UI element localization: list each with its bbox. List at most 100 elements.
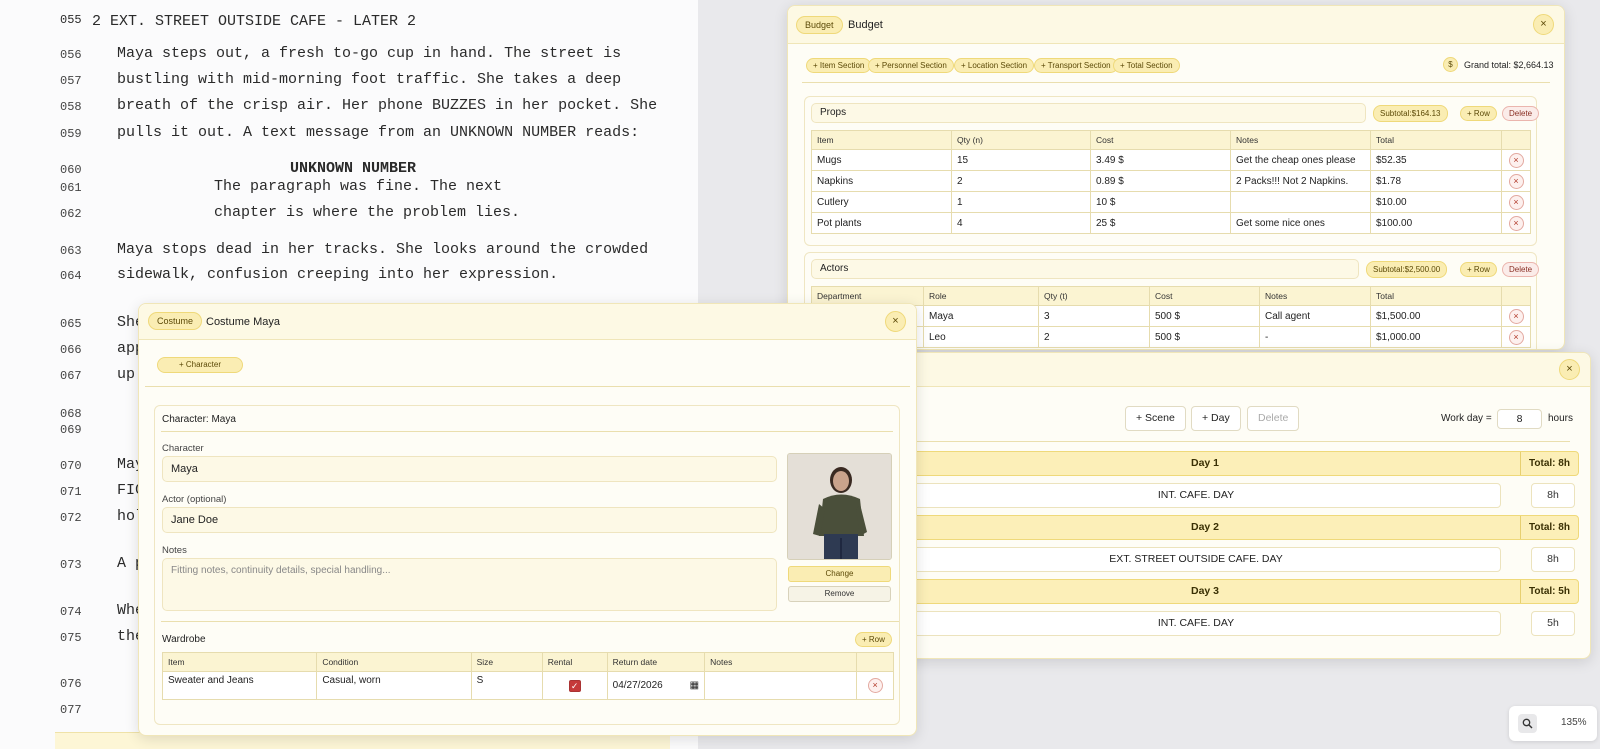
table-cell[interactable]: $52.35: [1370, 149, 1502, 171]
workday-input[interactable]: 8: [1497, 409, 1542, 429]
table-cell[interactable]: Maya: [923, 305, 1039, 327]
notes-cell[interactable]: [704, 671, 858, 700]
character-cue[interactable]: UNKNOWN NUMBER: [290, 160, 416, 177]
calendar-icon[interactable]: ▦: [690, 680, 699, 691]
scene-row[interactable]: EXT. STREET OUTSIDE CAFE. DAY: [891, 547, 1501, 572]
action-line[interactable]: pulls it out. A text message from an UNK…: [117, 124, 639, 141]
delete-row-icon[interactable]: ×: [1508, 194, 1524, 210]
table-row: Maya 3 500 $ Call agent $1,500.00 ×: [811, 305, 1531, 327]
table-cell[interactable]: Call agent: [1259, 305, 1371, 327]
delete-row-icon[interactable]: ×: [1508, 329, 1524, 345]
line-number: 071: [60, 485, 82, 499]
size-cell[interactable]: S: [470, 671, 543, 700]
section-name-field[interactable]: Actors: [811, 259, 1359, 279]
table-cell[interactable]: 3: [1038, 305, 1150, 327]
table-cell[interactable]: 2: [951, 170, 1091, 192]
add-section-button[interactable]: + Total Section: [1113, 58, 1180, 73]
delete-section-button[interactable]: Delete: [1502, 106, 1540, 121]
table-cell[interactable]: $10.00: [1370, 191, 1502, 213]
character-input[interactable]: Maya: [162, 456, 777, 482]
table-cell[interactable]: Mugs: [811, 149, 952, 171]
day-total: Total: 5h: [1520, 580, 1578, 603]
table-cell[interactable]: 1: [951, 191, 1091, 213]
dialogue-line[interactable]: The paragraph was fine. The next: [214, 178, 502, 195]
table-cell[interactable]: 500 $: [1149, 326, 1260, 348]
scene-heading[interactable]: 2 EXT. STREET OUTSIDE CAFE - LATER 2: [92, 13, 416, 30]
notes-textarea[interactable]: Fitting notes, continuity details, speci…: [162, 558, 777, 611]
delete-row-icon[interactable]: ×: [1508, 173, 1524, 189]
line-number: 067: [60, 369, 82, 383]
scene-hours[interactable]: 8h: [1531, 547, 1575, 572]
zoom-icon[interactable]: [1518, 714, 1537, 733]
add-row-button[interactable]: + Row: [1460, 262, 1497, 277]
delete-row-icon[interactable]: ×: [867, 678, 883, 693]
actor-input[interactable]: Jane Doe: [162, 507, 777, 533]
close-icon[interactable]: ×: [1533, 14, 1554, 35]
table-cell[interactable]: $1.78: [1370, 170, 1502, 192]
add-character-button[interactable]: + Character: [157, 357, 243, 373]
delete-section-button[interactable]: Delete: [1502, 262, 1540, 277]
day-header[interactable]: Day 2 Total: 8h: [891, 515, 1579, 540]
table-cell[interactable]: Cutlery: [811, 191, 952, 213]
table-cell[interactable]: 500 $: [1149, 305, 1260, 327]
scene-hours[interactable]: 8h: [1531, 483, 1575, 508]
table-cell[interactable]: -: [1259, 326, 1371, 348]
action-line[interactable]: sidewalk, confusion creeping into her ex…: [117, 266, 558, 283]
return-date-value[interactable]: 04/27/2026: [613, 680, 663, 691]
add-row-button[interactable]: + Row: [1460, 106, 1497, 121]
return-date-cell[interactable]: 04/27/2026 ▦: [606, 671, 706, 700]
action-line[interactable]: breath of the crisp air. Her phone BUZZE…: [117, 97, 657, 114]
row-actions: ×: [1501, 305, 1531, 327]
table-cell[interactable]: 2: [1038, 326, 1150, 348]
rental-checkbox[interactable]: ✓: [568, 679, 581, 692]
delete-row-icon[interactable]: ×: [1508, 215, 1524, 231]
condition-cell[interactable]: Casual, worn: [316, 671, 472, 700]
day-header[interactable]: Day 1 Total: 8h: [891, 451, 1579, 476]
costume-header: Costume Costume Maya ×: [139, 304, 916, 340]
table-cell[interactable]: 0.89 $: [1090, 170, 1231, 192]
scene-row[interactable]: INT. CAFE. DAY: [891, 611, 1501, 636]
table-cell[interactable]: $1,000.00: [1370, 326, 1502, 348]
close-icon[interactable]: ×: [885, 311, 906, 332]
add-section-button[interactable]: + Location Section: [954, 58, 1035, 73]
remove-photo-button[interactable]: Remove: [788, 586, 891, 602]
table-cell[interactable]: Get some nice ones: [1230, 212, 1371, 234]
change-photo-button[interactable]: Change: [788, 566, 891, 582]
table-cell[interactable]: Get the cheap ones please: [1230, 149, 1371, 171]
add-section-button[interactable]: + Transport Section: [1034, 58, 1118, 73]
table-cell[interactable]: $1,500.00: [1370, 305, 1502, 327]
table-cell[interactable]: Leo: [923, 326, 1039, 348]
delete-row-icon[interactable]: ×: [1508, 308, 1524, 324]
table-cell[interactable]: [1230, 191, 1371, 213]
add-scene-button[interactable]: + Scene: [1125, 406, 1186, 431]
table-cell[interactable]: 2 Packs!!! Not 2 Napkins.: [1230, 170, 1371, 192]
delete-row-icon[interactable]: ×: [1508, 152, 1524, 168]
dialogue-line[interactable]: chapter is where the problem lies.: [214, 204, 520, 221]
line-number: 075: [60, 631, 82, 645]
item-cell[interactable]: Sweater and Jeans: [161, 671, 318, 700]
action-line[interactable]: Maya steps out, a fresh to-go cup in han…: [117, 45, 621, 62]
scene-hours[interactable]: 5h: [1531, 611, 1575, 636]
day-header[interactable]: Day 3 Total: 5h: [891, 579, 1579, 604]
line-number: 069: [60, 423, 82, 437]
delete-button[interactable]: Delete: [1247, 406, 1300, 431]
table-cell[interactable]: $100.00: [1370, 212, 1502, 234]
table-cell[interactable]: 10 $: [1090, 191, 1231, 213]
table-cell[interactable]: Pot plants: [811, 212, 952, 234]
table-cell[interactable]: 25 $: [1090, 212, 1231, 234]
add-section-button[interactable]: + Personnel Section: [868, 58, 954, 73]
action-line[interactable]: bustling with mid-morning foot traffic. …: [117, 71, 621, 88]
table-row: Napkins 2 0.89 $2 Packs!!! Not 2 Napkins. $…: [811, 170, 1531, 192]
table-cell[interactable]: 3.49 $: [1090, 149, 1231, 171]
close-icon[interactable]: ×: [1559, 359, 1580, 380]
scene-row[interactable]: INT. CAFE. DAY: [891, 483, 1501, 508]
add-section-button[interactable]: + Item Section: [806, 58, 872, 73]
table-cell[interactable]: 15: [951, 149, 1091, 171]
row-actions: ×: [1501, 191, 1531, 213]
add-day-button[interactable]: + Day: [1191, 406, 1241, 431]
table-cell[interactable]: 4: [951, 212, 1091, 234]
table-cell[interactable]: Napkins: [811, 170, 952, 192]
action-line[interactable]: Maya stops dead in her tracks. She looks…: [117, 241, 648, 258]
add-wardrobe-row-button[interactable]: + Row: [855, 632, 892, 647]
section-name-field[interactable]: Props: [811, 103, 1366, 123]
